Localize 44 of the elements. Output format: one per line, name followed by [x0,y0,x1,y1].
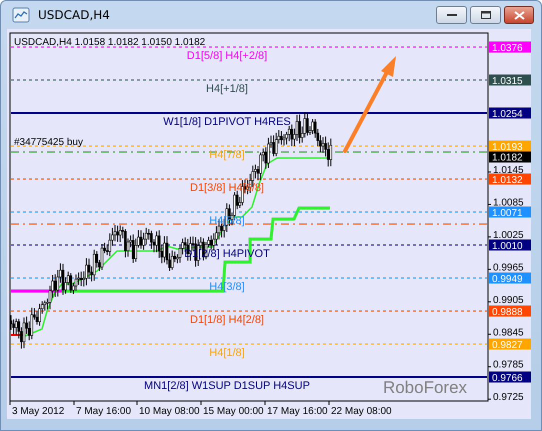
price-tag: 1.0376 [489,42,531,54]
chart-header: USDCAD,H4 1.0158 1.0182 1.0150 1.0182 [14,37,206,48]
price-tag: 1.0071 [489,206,531,219]
price-tag: 0.9949 [489,272,531,285]
axis-label: 15 May 00:00 [203,406,264,417]
minimize-button[interactable] [436,6,467,24]
level-label: H4[1/8] [209,347,245,359]
axis-label: 1.0085 [493,197,524,208]
axis-label: 0.9845 [493,327,524,338]
maximize-icon [480,11,490,19]
axis-label: 17 May 16:00 [267,406,328,417]
axis-label: 0.9785 [493,360,524,371]
price-tag: 0.9888 [489,306,531,318]
axis-label: 0.9725 [493,392,524,404]
level-label: D1[5/8] H4[+2/8] [186,50,268,62]
price-tag: 0.9766 [489,372,531,384]
axis-label: 3 May 2012 [12,406,64,417]
axis-label: 0.9965 [493,262,524,274]
price-tag: 1.0193 [489,140,531,153]
axis-label: 0.9905 [493,294,524,306]
price-tag: 1.0315 [489,74,531,87]
price-tag: 1.0254 [489,108,531,120]
axis-label: 7 May 16:00 [76,406,132,417]
level-label: H4[7/8] [209,149,245,161]
minimize-icon [446,13,456,17]
level-label: MN1[2/8] W1SUP D1SUP H4SUP [144,380,310,392]
price-tag: 1.0182 [489,152,531,164]
chart-window-icon [12,7,30,23]
logo-text: RoboForex [382,378,468,397]
maximize-button[interactable] [470,6,501,24]
order-label: #34775425 buy [14,137,83,148]
close-button[interactable] [504,6,534,24]
price-tag: 1.0132 [489,174,531,186]
price-tag: 0.9827 [489,338,531,351]
axis-label: 10 May 08:00 [139,406,200,417]
level-label: D1[1/8] H4[2/8] [190,314,264,326]
level-label: W1[1/8] D1PIVOT H4RES [163,116,291,128]
close-icon [514,10,524,20]
window-title: USDCAD,H4 [38,8,110,22]
axis-label: 1.0145 [493,164,524,176]
axis-label: 22 May 08:00 [331,406,392,417]
level-label: H4[+1/8] [206,83,248,95]
price-tag: 1.0010 [489,240,531,252]
axis-label: 1.0025 [493,230,524,241]
